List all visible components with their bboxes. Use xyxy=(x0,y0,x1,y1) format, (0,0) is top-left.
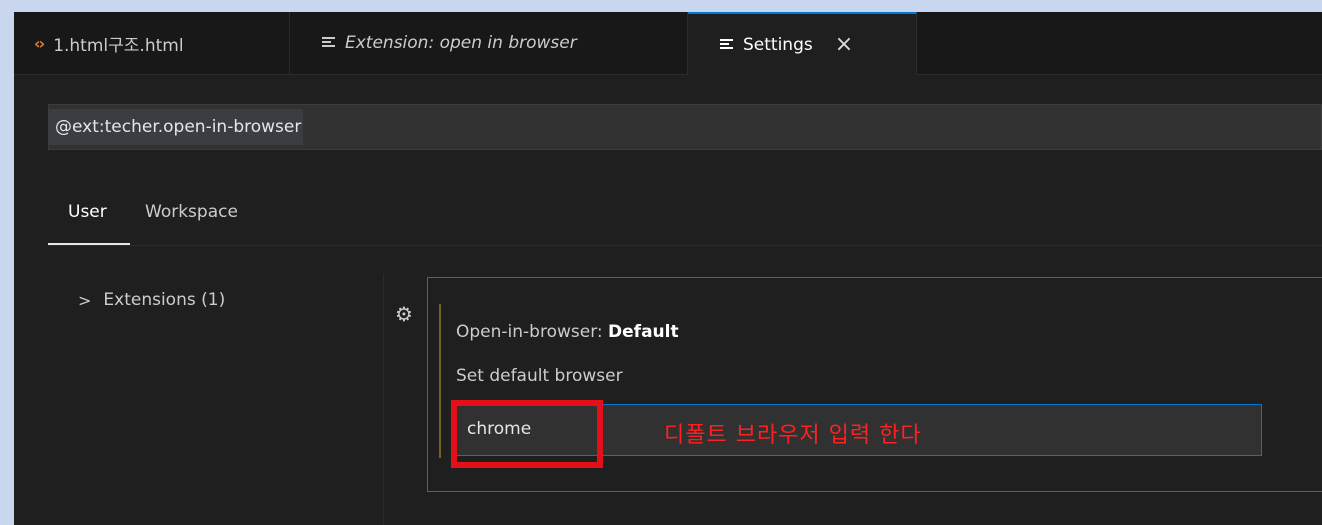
tab-workspace-scope[interactable]: Workspace xyxy=(145,202,238,222)
annotation-text: 디폴트 브라우저 입력 한다 xyxy=(664,423,922,448)
setting-title: Open-in-browser: Default xyxy=(456,322,679,342)
setting-item-default-browser: Open-in-browser: Default Set default bro… xyxy=(427,277,1322,492)
tree-item-label: Extensions (1) xyxy=(103,290,226,310)
tab-html-file[interactable]: ‹› 1.html구조.html xyxy=(14,12,290,74)
chevron-right-icon: > xyxy=(78,290,92,310)
setting-category: Open-in-browser: xyxy=(456,322,609,342)
editor-tab-bar: ‹› 1.html구조.html Extension: open in brow… xyxy=(14,12,1322,75)
settings-editor-window: ‹› 1.html구조.html Extension: open in brow… xyxy=(14,12,1322,525)
tab-label: 1.html구조.html xyxy=(53,35,184,56)
modified-indicator xyxy=(439,304,441,458)
tab-label: Settings xyxy=(743,34,813,55)
red-highlight-box xyxy=(451,400,603,468)
sash-divider[interactable] xyxy=(383,274,384,525)
tab-extension-preview[interactable]: Extension: open in browser xyxy=(290,12,688,74)
settings-lines-icon xyxy=(720,38,733,51)
html-file-icon: ‹› xyxy=(34,33,45,53)
search-query: @ext:techer.open-in-browser xyxy=(49,109,304,145)
tab-settings[interactable]: Settings × xyxy=(688,12,917,75)
setting-description: Set default browser xyxy=(456,366,623,386)
preview-lines-icon xyxy=(322,37,335,49)
tab-user-scope[interactable]: User xyxy=(68,202,107,222)
settings-search-input[interactable]: @ext:techer.open-in-browser xyxy=(48,104,1322,150)
gear-icon[interactable]: ⚙ xyxy=(395,302,413,326)
tab-label: Extension: open in browser xyxy=(345,33,577,53)
active-tab-underline xyxy=(48,243,130,245)
setting-name: Default xyxy=(608,322,679,342)
scope-divider xyxy=(48,245,1322,246)
tree-item-extensions[interactable]: > Extensions (1) xyxy=(78,290,225,310)
close-icon[interactable]: × xyxy=(835,32,853,57)
